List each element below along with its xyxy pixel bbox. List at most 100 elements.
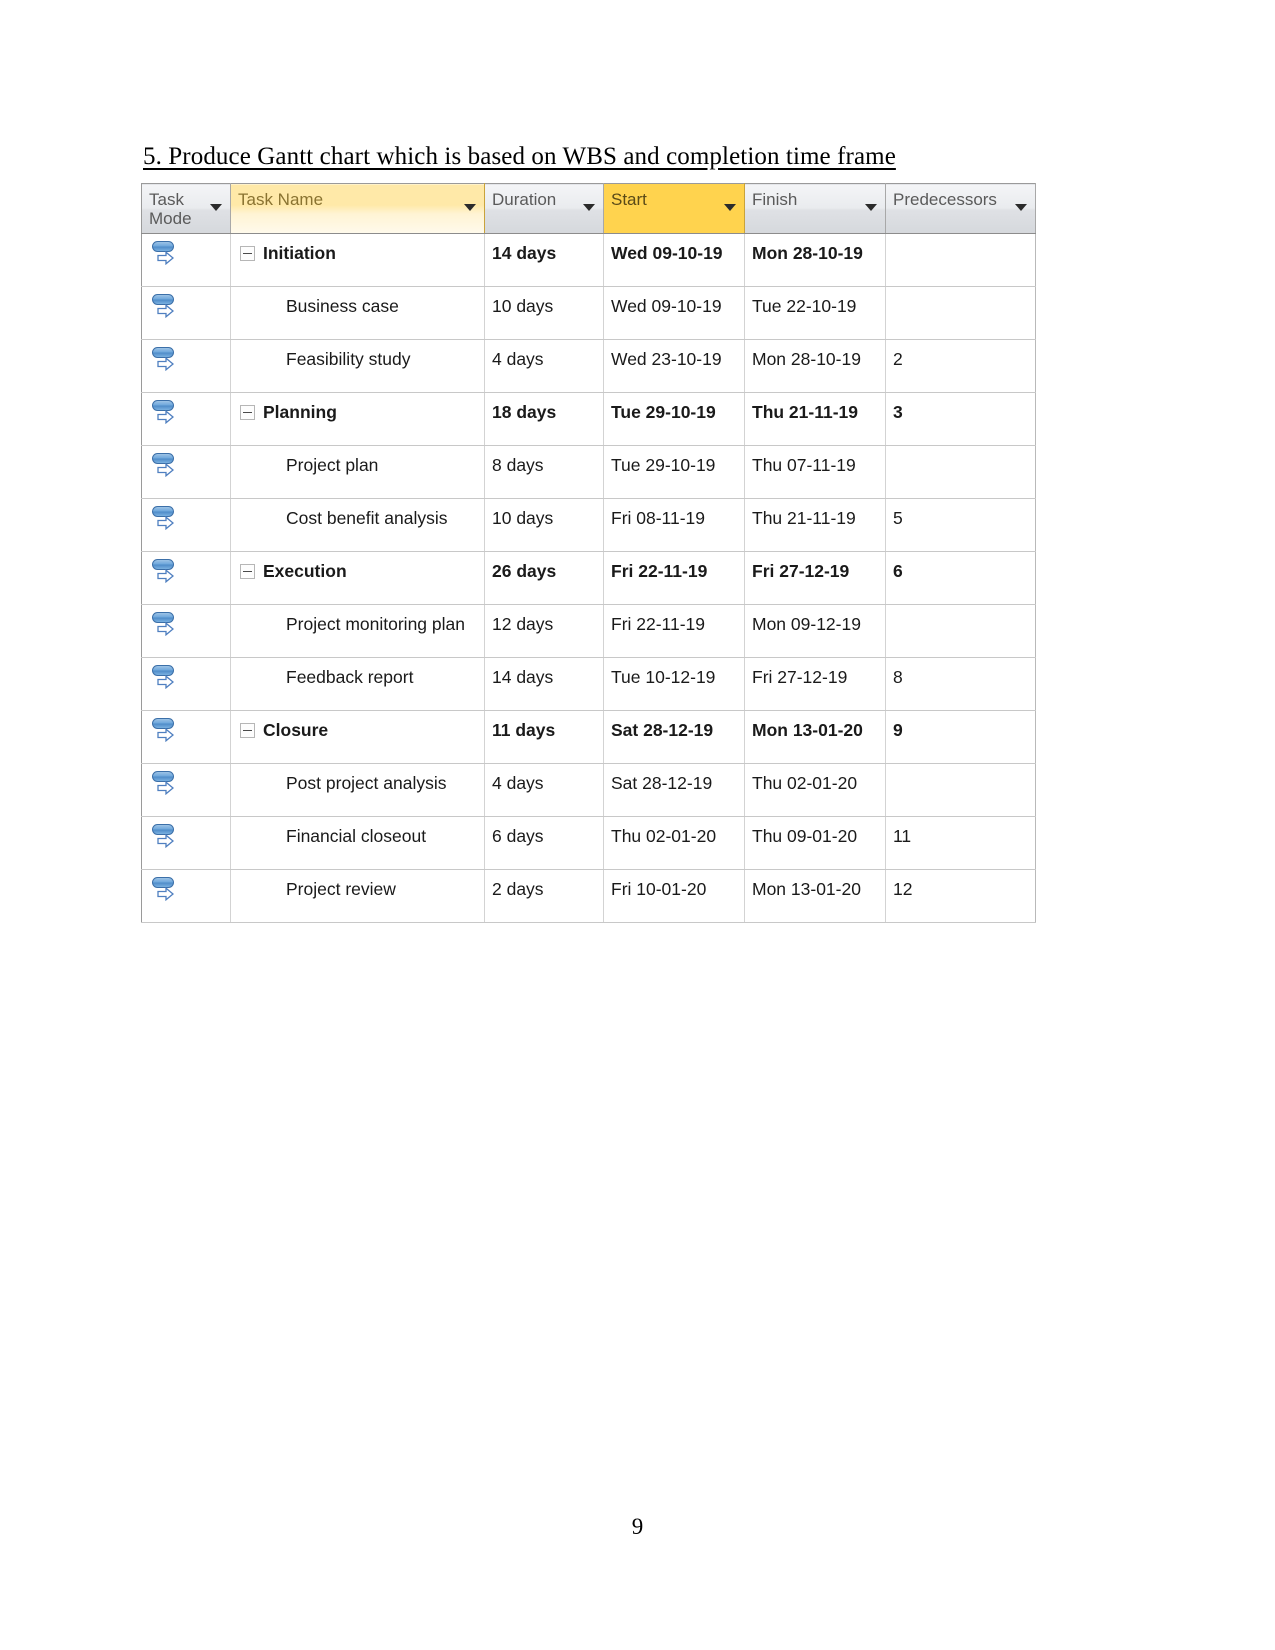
cell-task-name[interactable]: Project review	[230, 869, 485, 923]
filter-dropdown-icon-task-mode[interactable]	[210, 204, 222, 211]
table-row[interactable]: Financial closeout 6 days Thu 02-01-20 Thu …	[141, 816, 1036, 870]
cell-finish[interactable]: Mon 28-10-19	[744, 233, 886, 287]
cell-finish[interactable]: Fri 27-12-19	[744, 551, 886, 605]
table-row[interactable]: Initiation 14 days Wed 09-10-19 Mon 28-10-1…	[141, 233, 1036, 287]
cell-task-mode[interactable]	[141, 339, 231, 393]
table-row[interactable]: Feedback report 14 days Tue 10-12-19 Fri 27…	[141, 657, 1036, 711]
cell-start[interactable]: Tue 29-10-19	[603, 445, 745, 499]
cell-predecessors[interactable]	[885, 233, 1036, 287]
cell-duration[interactable]: 4 days	[484, 763, 604, 817]
cell-finish[interactable]: Mon 13-01-20	[744, 869, 886, 923]
cell-task-name[interactable]: Feedback report	[230, 657, 485, 711]
cell-task-name[interactable]: Project plan	[230, 445, 485, 499]
cell-finish[interactable]: Mon 28-10-19	[744, 339, 886, 393]
column-header-task-mode[interactable]: Task Mode	[141, 183, 231, 234]
table-row[interactable]: Cost benefit analysis 10 days Fri 08-11-19…	[141, 498, 1036, 552]
cell-start[interactable]: Fri 10-01-20	[603, 869, 745, 923]
collapse-minus-icon[interactable]	[240, 405, 255, 420]
cell-task-name[interactable]: Initiation	[230, 233, 485, 287]
cell-predecessors[interactable]: 12	[885, 869, 1036, 923]
cell-finish[interactable]: Thu 21-11-19	[744, 498, 886, 552]
cell-start[interactable]: Fri 22-11-19	[603, 551, 745, 605]
cell-duration[interactable]: 12 days	[484, 604, 604, 658]
cell-task-name[interactable]: Business case	[230, 286, 485, 340]
cell-task-name[interactable]: Execution	[230, 551, 485, 605]
cell-predecessors[interactable]: 11	[885, 816, 1036, 870]
cell-task-mode[interactable]	[141, 657, 231, 711]
filter-dropdown-icon-finish[interactable]	[865, 204, 877, 211]
column-header-duration[interactable]: Duration	[484, 183, 604, 234]
column-header-task-name[interactable]: Task Name	[230, 183, 485, 234]
cell-start[interactable]: Fri 08-11-19	[603, 498, 745, 552]
table-row[interactable]: Project monitoring plan 12 days Fri 22-11-…	[141, 604, 1036, 658]
column-header-start[interactable]: Start	[603, 183, 745, 234]
collapse-minus-icon[interactable]	[240, 246, 255, 261]
cell-task-name[interactable]: Project monitoring plan	[230, 604, 485, 658]
cell-start[interactable]: Tue 29-10-19	[603, 392, 745, 446]
cell-duration[interactable]: 11 days	[484, 710, 604, 764]
cell-start[interactable]: Fri 22-11-19	[603, 604, 745, 658]
cell-task-mode[interactable]	[141, 498, 231, 552]
cell-duration[interactable]: 4 days	[484, 339, 604, 393]
cell-task-name[interactable]: Planning	[230, 392, 485, 446]
table-row[interactable]: Planning 18 days Tue 29-10-19 Thu 21-11-19 3	[141, 392, 1036, 446]
cell-start[interactable]: Thu 02-01-20	[603, 816, 745, 870]
cell-predecessors[interactable]: 2	[885, 339, 1036, 393]
cell-task-name[interactable]: Cost benefit analysis	[230, 498, 485, 552]
filter-dropdown-icon-duration[interactable]	[583, 204, 595, 211]
filter-dropdown-icon-start[interactable]	[724, 204, 736, 211]
cell-finish[interactable]: Thu 02-01-20	[744, 763, 886, 817]
cell-finish[interactable]: Thu 09-01-20	[744, 816, 886, 870]
table-row[interactable]: Business case 10 days Wed 09-10-19 Tue 22-1…	[141, 286, 1036, 340]
cell-duration[interactable]: 6 days	[484, 816, 604, 870]
cell-predecessors[interactable]: 6	[885, 551, 1036, 605]
collapse-minus-icon[interactable]	[240, 564, 255, 579]
cell-predecessors[interactable]	[885, 286, 1036, 340]
cell-start[interactable]: Sat 28-12-19	[603, 763, 745, 817]
cell-task-mode[interactable]	[141, 392, 231, 446]
cell-task-mode[interactable]	[141, 869, 231, 923]
cell-finish[interactable]: Mon 09-12-19	[744, 604, 886, 658]
filter-dropdown-icon-task-name[interactable]	[464, 204, 476, 211]
cell-duration[interactable]: 10 days	[484, 498, 604, 552]
cell-duration[interactable]: 2 days	[484, 869, 604, 923]
cell-start[interactable]: Wed 09-10-19	[603, 286, 745, 340]
cell-task-mode[interactable]	[141, 710, 231, 764]
table-row[interactable]: Project review 2 days Fri 10-01-20 Mon 13-0…	[141, 869, 1036, 923]
cell-finish[interactable]: Mon 13-01-20	[744, 710, 886, 764]
cell-predecessors[interactable]: 9	[885, 710, 1036, 764]
cell-duration[interactable]: 14 days	[484, 233, 604, 287]
cell-task-name[interactable]: Post project analysis	[230, 763, 485, 817]
cell-task-mode[interactable]	[141, 816, 231, 870]
table-row[interactable]: Closure 11 days Sat 28-12-19 Mon 13-01-20 9	[141, 710, 1036, 764]
cell-predecessors[interactable]: 5	[885, 498, 1036, 552]
table-row[interactable]: Post project analysis 4 days Sat 28-12-19 T…	[141, 763, 1036, 817]
cell-duration[interactable]: 10 days	[484, 286, 604, 340]
cell-finish[interactable]: Thu 07-11-19	[744, 445, 886, 499]
filter-dropdown-icon-predecessors[interactable]	[1015, 204, 1027, 211]
cell-start[interactable]: Wed 09-10-19	[603, 233, 745, 287]
cell-duration[interactable]: 14 days	[484, 657, 604, 711]
cell-duration[interactable]: 26 days	[484, 551, 604, 605]
cell-task-mode[interactable]	[141, 286, 231, 340]
cell-predecessors[interactable]: 3	[885, 392, 1036, 446]
cell-finish[interactable]: Thu 21-11-19	[744, 392, 886, 446]
cell-task-name[interactable]: Feasibility study	[230, 339, 485, 393]
cell-predecessors[interactable]	[885, 445, 1036, 499]
cell-predecessors[interactable]	[885, 604, 1036, 658]
cell-finish[interactable]: Fri 27-12-19	[744, 657, 886, 711]
table-row[interactable]: Execution 26 days Fri 22-11-19 Fri 27-12-19…	[141, 551, 1036, 605]
table-row[interactable]: Project plan 8 days Tue 29-10-19 Thu 07-11-…	[141, 445, 1036, 499]
cell-start[interactable]: Wed 23-10-19	[603, 339, 745, 393]
table-row[interactable]: Feasibility study 4 days Wed 23-10-19 Mon 2…	[141, 339, 1036, 393]
collapse-minus-icon[interactable]	[240, 723, 255, 738]
cell-task-name[interactable]: Financial closeout	[230, 816, 485, 870]
cell-finish[interactable]: Tue 22-10-19	[744, 286, 886, 340]
column-header-finish[interactable]: Finish	[744, 183, 886, 234]
cell-start[interactable]: Sat 28-12-19	[603, 710, 745, 764]
cell-predecessors[interactable]	[885, 763, 1036, 817]
cell-task-mode[interactable]	[141, 445, 231, 499]
cell-duration[interactable]: 8 days	[484, 445, 604, 499]
cell-task-mode[interactable]	[141, 604, 231, 658]
cell-task-mode[interactable]	[141, 763, 231, 817]
